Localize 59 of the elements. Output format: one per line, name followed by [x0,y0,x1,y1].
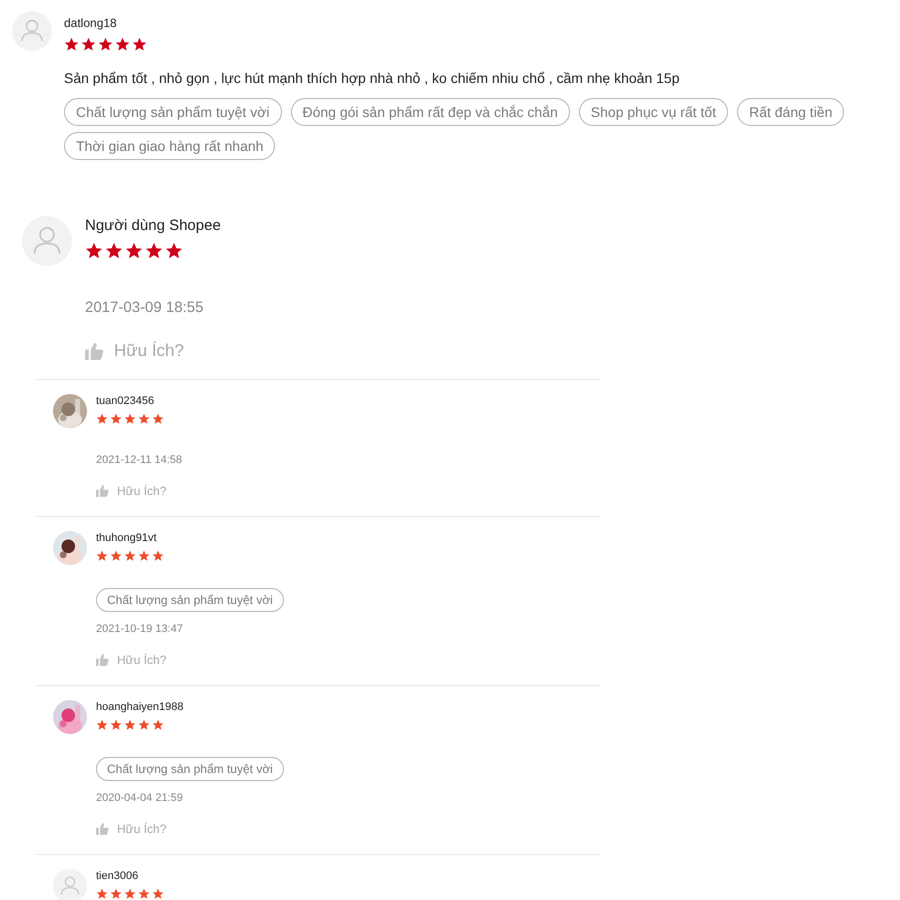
review-tag: Rất đáng tiền [737,98,844,126]
helpful-label[interactable]: Hữu Ích? [117,653,166,667]
username: Người dùng Shopee [85,216,221,236]
star-icon [96,888,108,900]
star-icon [64,37,79,52]
thumbs-up-icon[interactable] [96,823,109,835]
star-icon [132,37,147,52]
review-date: 2017-03-09 18:55 [85,298,204,318]
star-icon [152,550,164,562]
thumbs-up-icon[interactable] [96,654,109,666]
star-icon [85,242,103,260]
star-icon [124,719,136,731]
star-icon [110,550,122,562]
review-text: Sản phẩm tốt , nhỏ gọn , lực hút mạnh thích hợp nhà nhỏ , ko chiếm nhiu chổ , cầm nhẹ khoản 15p [64,69,680,88]
review-tag: Chất lượng sản phẩm tuyệt vời [96,757,284,781]
star-icon [145,242,163,260]
star-icon [138,888,150,900]
avatar-icon [53,869,87,900]
star-icon [138,413,150,425]
username: thuhong91vt [96,531,157,545]
star-icon [96,413,108,425]
review-tag: Chất lượng sản phẩm tuyệt vời [64,98,282,126]
review-tag: Shop phục vụ rất tốt [578,98,728,126]
username: tuan023456 [96,394,154,408]
review-date: 2021-10-19 13:47 [96,622,183,636]
star-icon [152,719,164,731]
avatar-icon [12,11,52,51]
star-icon [115,37,130,52]
star-icon [124,550,136,562]
star-icon [152,413,164,425]
star-icon [110,413,122,425]
star-icon [165,242,183,260]
username: datlong18 [64,15,117,31]
username: tien3006 [96,869,138,883]
thumbs-up-icon[interactable] [85,342,104,360]
star-icon [81,37,96,52]
star-icon [125,242,143,260]
helpful-label[interactable]: Hữu Ích? [114,340,184,362]
review-date: 2021-12-11 14:58 [96,453,182,467]
star-icon [110,888,122,900]
star-icon [152,888,164,900]
review-tag: Đóng gói sản phẩm rất đẹp và chắc chắn [290,98,570,126]
thumbs-up-icon[interactable] [96,485,109,497]
star-icon [96,550,108,562]
star-icon [138,550,150,562]
helpful-label[interactable]: Hữu Ích? [117,822,166,836]
star-icon [124,413,136,425]
star-icon [110,719,122,731]
review-date: 2020-04-04 21:59 [96,791,183,805]
review-tag: Thời gian giao hàng rất nhanh [64,132,276,160]
username: hoanghaiyen1988 [96,700,184,714]
helpful-label[interactable]: Hữu Ích? [117,484,166,498]
star-icon [124,888,136,900]
star-icon [105,242,123,260]
star-icon [138,719,150,731]
avatar-icon [22,216,72,266]
review-tag: Chất lượng sản phẩm tuyệt vời [96,588,284,612]
star-icon [96,719,108,731]
star-icon [98,37,113,52]
